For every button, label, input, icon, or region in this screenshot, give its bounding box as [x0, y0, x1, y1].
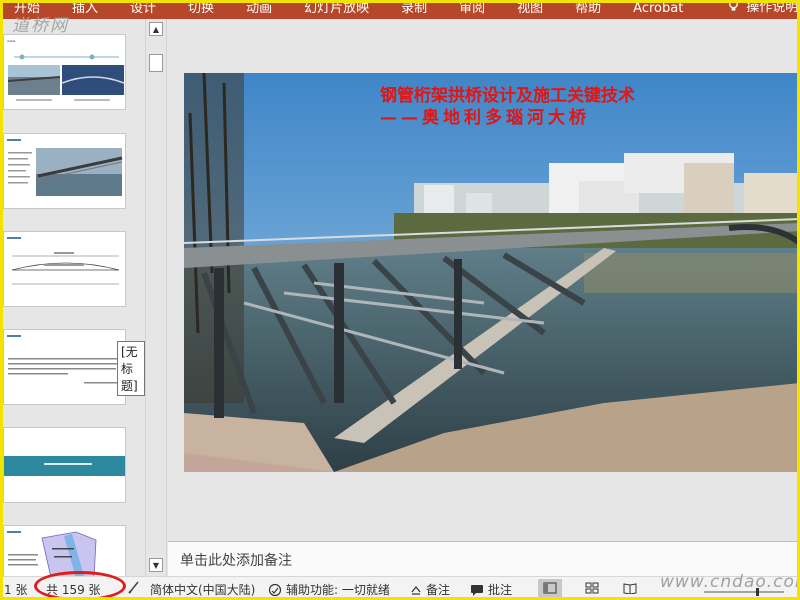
- ribbon-tab-bar: 开始 插入 设计 切换 动画 幻灯片放映 录制 审阅 视图 帮助 Acrobat…: [0, 0, 800, 19]
- slide-title[interactable]: 钢管桁架拱桥设计及施工关键技术 ——奥地利多瑙河大桥: [380, 85, 635, 129]
- highlight-circle-annotation: [34, 571, 126, 600]
- slide-thumbnail[interactable]: [3, 231, 126, 307]
- proofing-icon[interactable]: [128, 580, 140, 597]
- notes-label: 备注: [426, 583, 451, 597]
- notes-toggle-button[interactable]: 备注: [410, 581, 450, 598]
- slide-sorter-icon: [585, 582, 599, 594]
- tab-animations[interactable]: 动画: [230, 2, 288, 15]
- scroll-up-button[interactable]: ▲: [149, 22, 163, 36]
- thumbnail-content: [4, 456, 125, 476]
- slide-thumbnail[interactable]: [3, 329, 126, 405]
- notes-icon: [411, 585, 421, 595]
- tab-design[interactable]: 设计: [114, 2, 172, 15]
- current-slide[interactable]: 钢管桁架拱桥设计及施工关键技术 ——奥地利多瑙河大桥: [184, 73, 800, 472]
- scrollbar-thumb[interactable]: [149, 54, 163, 72]
- slide-thumbnail-pane: ▬▬▬ [无标题]: [3, 19, 145, 576]
- watermark-logo-top: 道桥网: [12, 16, 69, 36]
- thumbnail-content: [7, 237, 120, 285]
- thumbnail-scrollbar[interactable]: ▲ ▼: [145, 19, 167, 576]
- thumbnail-content: [7, 54, 125, 101]
- lightbulb-icon: [729, 0, 739, 11]
- tell-me-search[interactable]: 操作说明搜索: [727, 0, 800, 15]
- bridge-photo: [184, 73, 800, 472]
- thumbnail-heading: ▬▬▬: [7, 39, 16, 43]
- tab-review[interactable]: 审阅: [443, 2, 501, 15]
- accessibility-label: 辅助功能: 一切就绪: [286, 583, 390, 597]
- thumbnail-tooltip: [无标题]: [117, 341, 145, 396]
- slide-thumbnail[interactable]: ▬▬▬: [3, 34, 126, 110]
- normal-view-button[interactable]: [538, 579, 562, 597]
- slide-title-line2: ——奥地利多瑙河大桥: [380, 108, 590, 128]
- tab-acrobat[interactable]: Acrobat: [617, 2, 699, 15]
- tab-record[interactable]: 录制: [385, 2, 443, 15]
- accessibility-icon: [268, 583, 282, 596]
- language-indicator[interactable]: 简体中文(中国大陆): [150, 581, 255, 598]
- comments-toggle-button[interactable]: 批注: [470, 581, 512, 598]
- tab-view[interactable]: 视图: [501, 2, 559, 15]
- thumbnail-content: [7, 139, 123, 196]
- accessibility-status[interactable]: 辅助功能: 一切就绪: [268, 581, 390, 598]
- comments-label: 批注: [488, 583, 513, 597]
- slide-thumbnail[interactable]: [3, 525, 126, 576]
- tab-transitions[interactable]: 切换: [172, 2, 230, 15]
- slide-thumbnail[interactable]: [3, 133, 126, 209]
- thumbnail-content: [7, 335, 120, 384]
- slide-sorter-button[interactable]: [580, 579, 604, 597]
- tab-help[interactable]: 帮助: [559, 2, 617, 15]
- tell-me-label: 操作说明搜索: [746, 0, 800, 15]
- comment-icon: [471, 584, 483, 596]
- slide-editing-area: 钢管桁架拱桥设计及施工关键技术 ——奥地利多瑙河大桥: [168, 19, 800, 541]
- slide-index: 1 张: [4, 583, 28, 597]
- thumbnail-content: [7, 531, 97, 576]
- notes-placeholder: 单击此处添加备注: [180, 553, 292, 569]
- watermark-url-bottom: www.cndao.com: [660, 572, 800, 592]
- reading-view-icon: [623, 583, 637, 594]
- slide-title-line1: 钢管桁架拱桥设计及施工关键技术: [380, 86, 635, 106]
- notes-pane[interactable]: 单击此处添加备注: [168, 541, 800, 576]
- reading-view-button[interactable]: [618, 579, 642, 597]
- scroll-down-button[interactable]: ▼: [149, 558, 163, 572]
- slide-thumbnail[interactable]: [3, 427, 126, 503]
- tab-slideshow[interactable]: 幻灯片放映: [288, 2, 385, 15]
- normal-view-icon: [543, 582, 557, 594]
